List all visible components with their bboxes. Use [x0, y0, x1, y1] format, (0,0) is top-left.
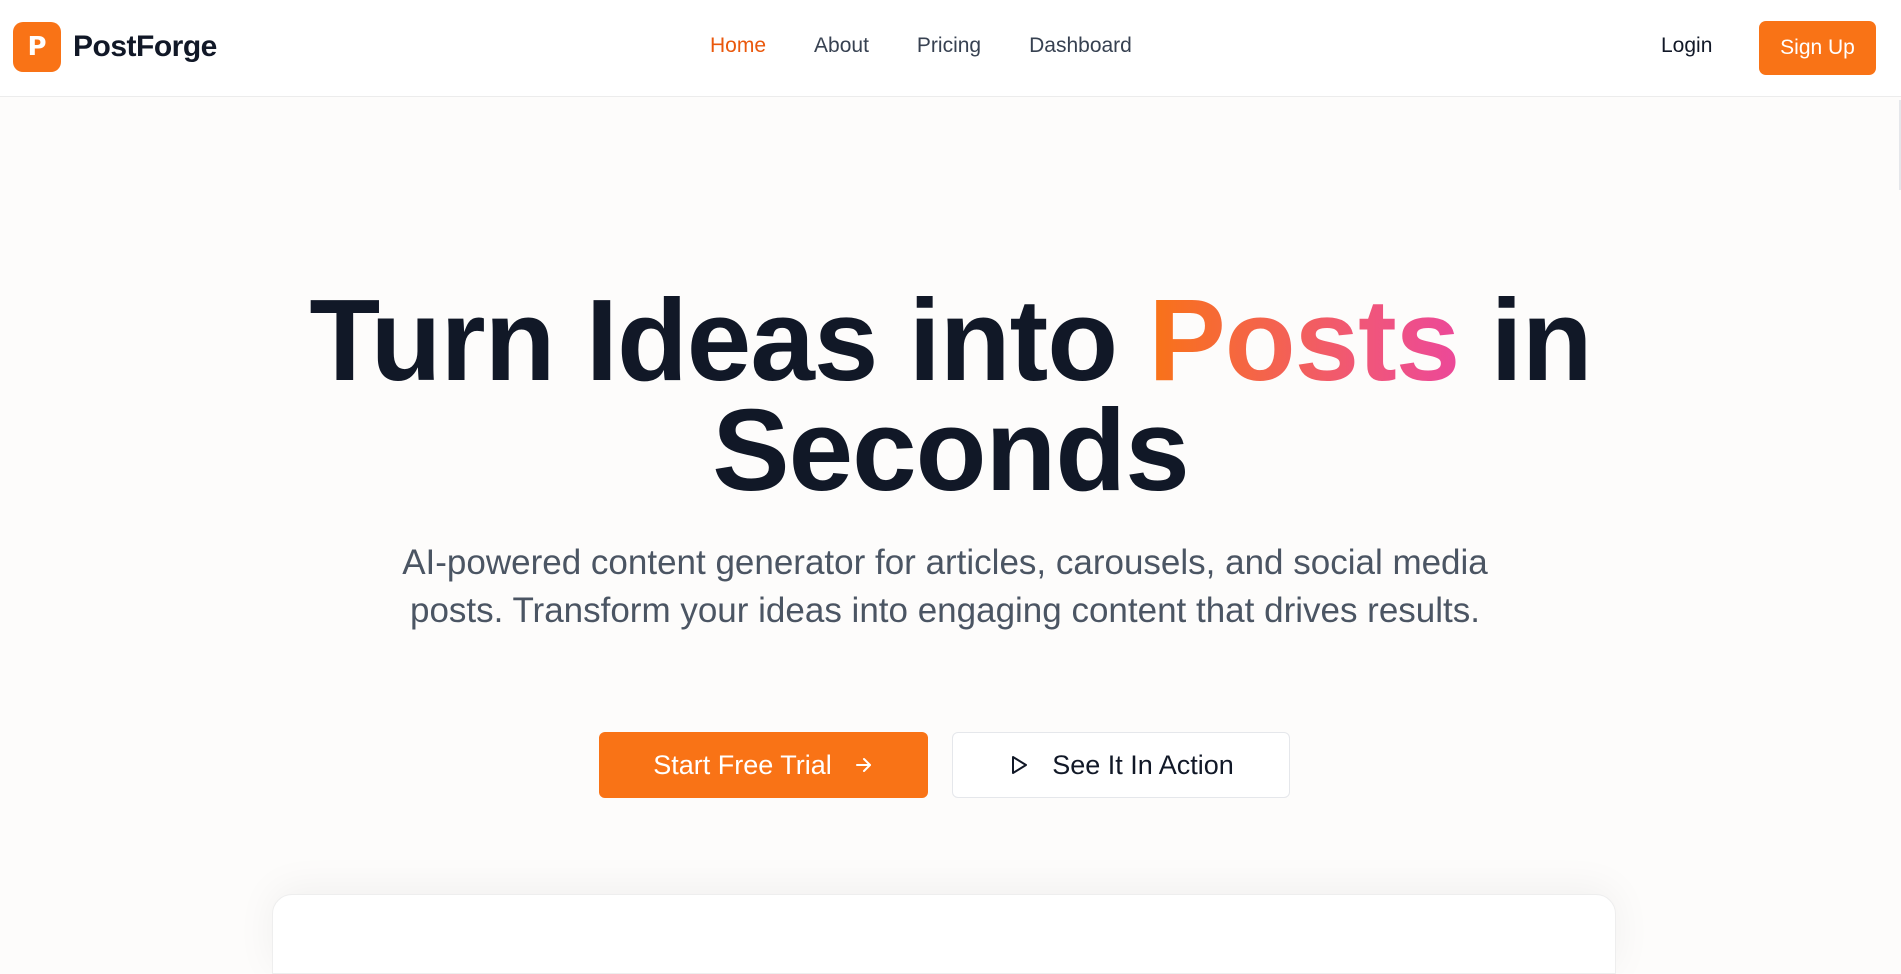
- nav-link-pricing[interactable]: Pricing: [917, 34, 981, 58]
- start-free-trial-label: Start Free Trial: [653, 749, 832, 780]
- nav-link-home[interactable]: Home: [710, 34, 766, 58]
- top-navbar: P PostForge Home About Pricing Dashboard…: [0, 0, 1901, 97]
- arrow-right-icon: [854, 755, 874, 775]
- see-it-in-action-button[interactable]: See It In Action: [952, 732, 1290, 798]
- logo-mark: P: [13, 22, 61, 72]
- hero-section: Turn Ideas into Posts in Seconds AI-powe…: [0, 97, 1901, 974]
- start-free-trial-button[interactable]: Start Free Trial: [599, 732, 928, 798]
- signup-button[interactable]: Sign Up: [1759, 21, 1876, 75]
- preview-card: [272, 894, 1616, 974]
- hero-headline: Turn Ideas into Posts in Seconds: [0, 282, 1901, 508]
- see-it-in-action-label: See It In Action: [1052, 749, 1234, 780]
- brand-name: PostForge: [73, 30, 217, 63]
- brand-logo[interactable]: P PostForge: [13, 22, 217, 72]
- main-nav: Home About Pricing Dashboard: [710, 34, 1132, 58]
- login-link[interactable]: Login: [1661, 34, 1712, 58]
- hero-subtitle: AI-powered content generator for article…: [402, 543, 1488, 630]
- nav-link-dashboard[interactable]: Dashboard: [1029, 34, 1132, 58]
- play-icon: [1008, 754, 1030, 776]
- headline-accent-word: Posts: [1148, 275, 1460, 405]
- headline-text-line2: Seconds: [712, 385, 1189, 515]
- headline-text-part2: in: [1459, 275, 1593, 405]
- nav-link-about[interactable]: About: [814, 34, 869, 58]
